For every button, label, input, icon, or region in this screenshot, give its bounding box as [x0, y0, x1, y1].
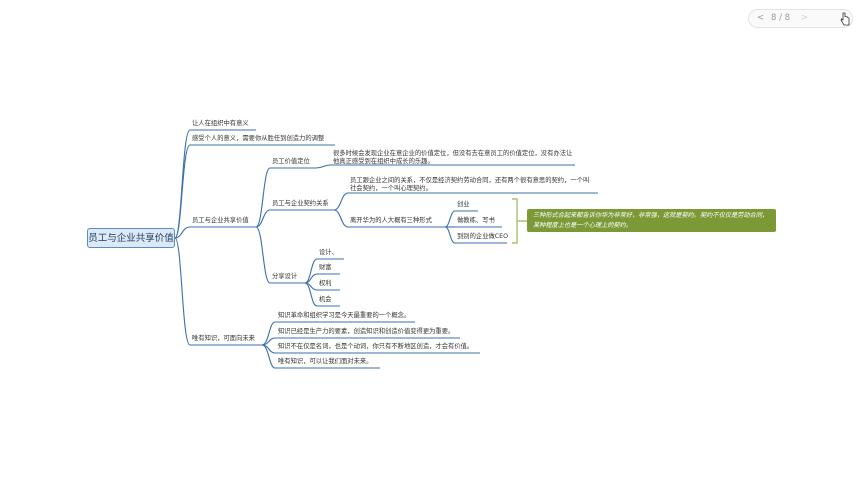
next-page-button[interactable]: > [801, 13, 808, 23]
branch-knowledge[interactable]: 唯有知识，可面向未来 [192, 334, 255, 344]
root-node[interactable]: 员工与企业共享价值 [87, 228, 175, 248]
node-value-position-text-2: 他真正感受到在组织中成长的乐趣。 [333, 158, 434, 165]
node-wealth[interactable]: 财富 [319, 263, 332, 273]
prev-page-button[interactable]: < [757, 13, 764, 23]
branch-share-value[interactable]: 员工与企业共享价值 [192, 216, 249, 226]
callout-note[interactable]: 三种形式合起来都告诉你华为非常好，非常强，这就是契约。契约不仅仅是劳动合同， 某… [527, 209, 776, 232]
hand-cursor-icon [840, 12, 850, 26]
node-contract-text-2: 社会契约，一个叫心理契约。 [350, 185, 432, 192]
node-knowledge-3[interactable]: 知识不在仅是名词，也是个动词，你只有不断地区创造，才会有价值。 [278, 342, 473, 352]
node-huawei[interactable]: 离开华为的人大概有三种形式 [350, 216, 432, 226]
node-contract[interactable]: 员工与企业契约关系 [272, 199, 329, 209]
node-ceo[interactable]: 到别的企业做CEO [457, 232, 508, 242]
node-rights[interactable]: 权利 [319, 279, 332, 289]
node-startup[interactable]: 创业 [457, 200, 470, 210]
callout-line-1: 三种形式合起来都告诉你华为非常好，非常强，这就是契约。契约不仅仅是劳动合同， [533, 212, 769, 219]
node-knowledge-2[interactable]: 知识已经是生产力的要素，创造知识和创造价值变得更为重要。 [278, 327, 454, 337]
node-share-design[interactable]: 分享设计 [272, 272, 297, 282]
page-navigator: < 8 / 8 > [748, 9, 853, 28]
node-value-position[interactable]: 员工价值定位 [272, 157, 310, 167]
node-knowledge-4[interactable]: 唯有知识，可以让我们面对未来。 [278, 357, 372, 367]
branch-feel-meaning[interactable]: 感受个人的意义，需要你从胜任到创造力的调整 [192, 134, 324, 144]
branch-meaning[interactable]: 让人在组织中有意义 [192, 119, 249, 129]
callout-line-2: 某种程度上也是一个心理上的契约。 [533, 222, 632, 229]
node-coach[interactable]: 做教练、写书 [457, 216, 495, 226]
node-knowledge-1[interactable]: 知识革命和组织学习是今天最重要的一个概念。 [278, 311, 410, 321]
page-counter: 8 / 8 [771, 13, 791, 23]
node-design[interactable]: 设计、 [319, 248, 338, 258]
node-opportunity[interactable]: 机会 [319, 295, 332, 305]
